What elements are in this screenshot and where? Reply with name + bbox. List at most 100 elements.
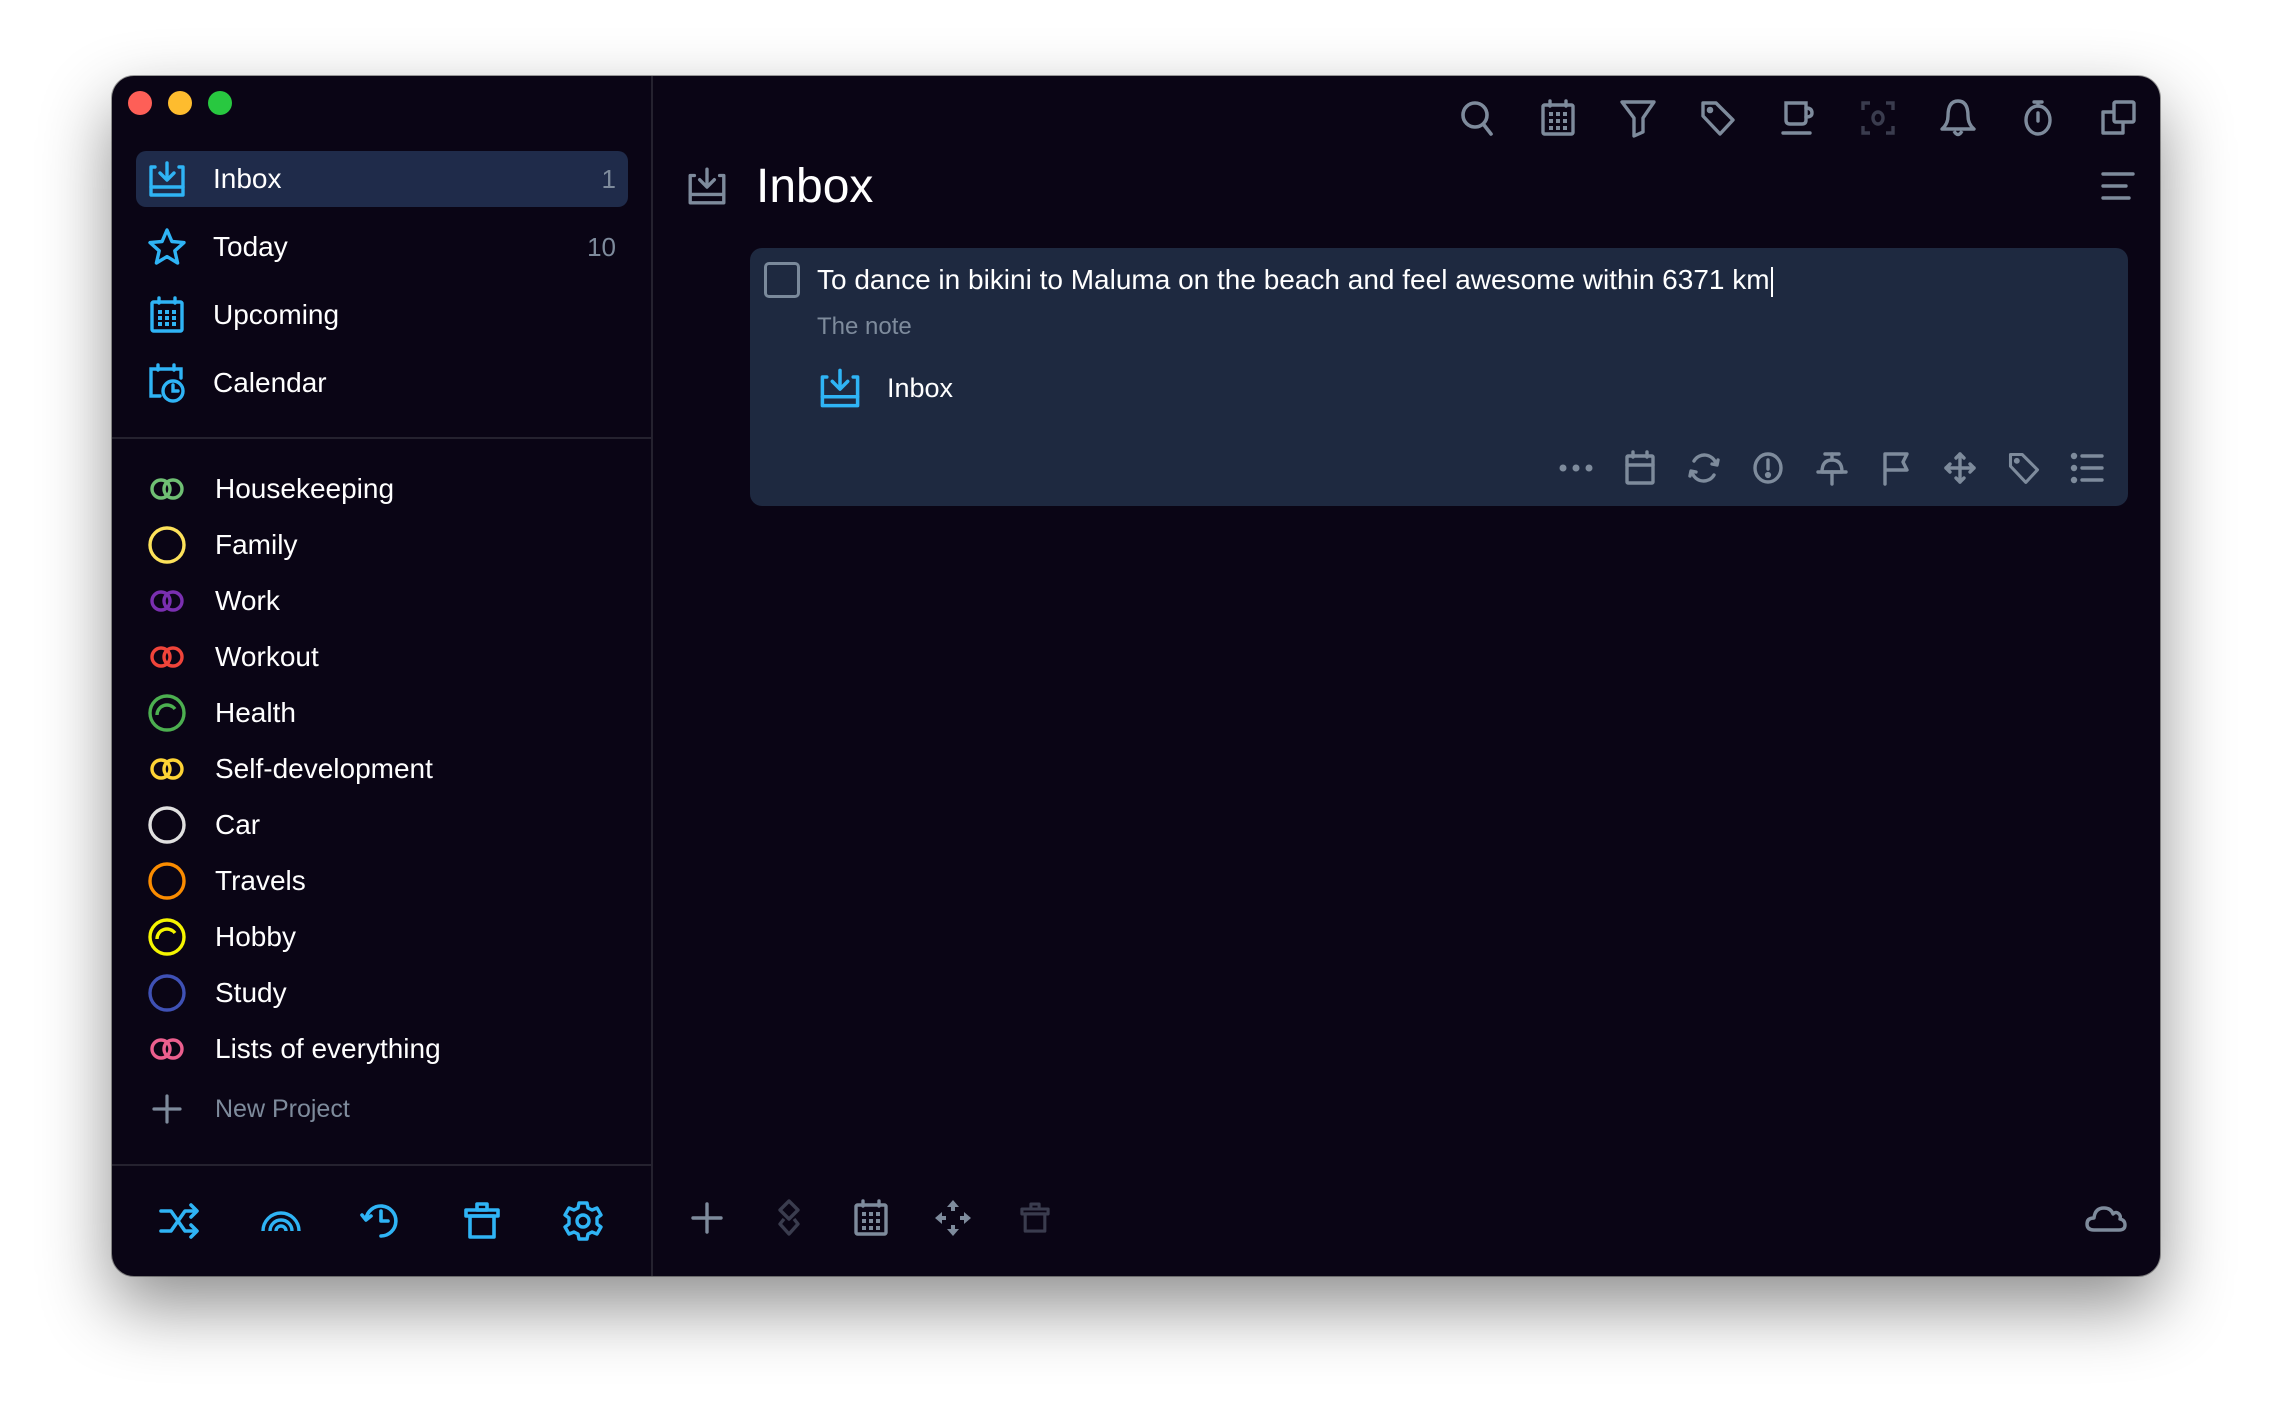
new-project-button[interactable]: New Project <box>146 1081 626 1137</box>
shuffle-icon <box>159 1203 200 1239</box>
menu-icon <box>2101 172 2135 200</box>
delete-button[interactable] <box>1011 1194 1059 1242</box>
sidebar-item-inbox[interactable]: Inbox 1 <box>136 151 628 207</box>
sidebar-project-hobby[interactable]: Hobby <box>146 909 626 965</box>
sidebar-item-today[interactable]: Today 10 <box>136 219 628 275</box>
notifications-button[interactable] <box>1934 94 1982 142</box>
task-tags-button[interactable] <box>2002 446 2046 490</box>
double-ring-icon <box>146 580 188 622</box>
calendar-grid-icon <box>146 294 188 336</box>
bottom-toolbar <box>683 1194 1059 1242</box>
project-label: Work <box>215 585 280 616</box>
add-task-button[interactable] <box>683 1194 731 1242</box>
calendar-button[interactable] <box>1534 94 1582 142</box>
move-button[interactable] <box>929 1194 977 1242</box>
project-label: Health <box>215 697 296 728</box>
task-checkbox[interactable] <box>764 262 800 298</box>
sync-button[interactable] <box>2082 1194 2130 1242</box>
project-label: Family <box>215 529 298 560</box>
stopwatch-icon <box>2024 100 2052 136</box>
flag-icon <box>1883 452 1909 486</box>
project-label: Workout <box>215 641 319 672</box>
sidebar-nav: Inbox 1 Today 10 Upcoming Calendar <box>136 151 628 423</box>
sidebar-project-car[interactable]: Car <box>146 797 626 853</box>
task-project-selector[interactable]: Inbox <box>817 363 953 413</box>
settings-button[interactable] <box>559 1197 607 1245</box>
new-project-label: New Project <box>215 1094 350 1123</box>
checklist-icon <box>2070 452 2104 484</box>
gear-icon <box>562 1201 603 1241</box>
repeat-button[interactable] <box>1682 446 1726 490</box>
double-ring-icon <box>146 748 188 790</box>
rainbow-icon <box>261 1211 301 1232</box>
double-ring-icon <box>146 1028 188 1070</box>
tag-icon <box>2008 452 2040 484</box>
history-button[interactable] <box>357 1197 405 1245</box>
project-label: Self-development <box>215 753 433 784</box>
maximize-window-button[interactable] <box>208 91 232 115</box>
sidebar-project-health[interactable]: Health <box>146 685 626 741</box>
top-toolbar <box>1454 94 2142 142</box>
coffee-icon <box>1781 101 1814 135</box>
progress-ring-icon <box>146 916 188 958</box>
sidebar-item-count: 10 <box>587 231 616 262</box>
inbox-icon <box>683 162 731 210</box>
calendar-icon <box>1625 450 1655 485</box>
double-ring-icon <box>146 468 188 510</box>
rainbow-button[interactable] <box>257 1197 305 1245</box>
task-note-field[interactable]: The note <box>817 310 912 344</box>
coffee-break-button[interactable] <box>1774 94 1822 142</box>
inbox-icon <box>817 365 863 411</box>
minimize-window-button[interactable] <box>168 91 192 115</box>
sidebar-item-label: Upcoming <box>213 299 340 330</box>
close-window-button[interactable] <box>128 91 152 115</box>
trash-button[interactable] <box>458 1197 506 1245</box>
sidebar-project-study[interactable]: Study <box>146 965 626 1021</box>
main-panel: Inbox To dance in bikini to Maluma on th… <box>653 76 2160 1276</box>
priority-button[interactable] <box>1746 446 1790 490</box>
sidebar-toolbar <box>112 1166 651 1276</box>
duplicate-window-button[interactable] <box>2094 94 2142 142</box>
sidebar-project-self-development[interactable]: Self-development <box>146 741 626 797</box>
tag-icon <box>1701 101 1735 136</box>
layers-button[interactable] <box>765 1194 813 1242</box>
copy-icon <box>2101 100 2136 135</box>
schedule-button[interactable] <box>847 1194 895 1242</box>
view-options-button[interactable] <box>2094 162 2142 210</box>
history-icon <box>360 1204 399 1238</box>
search-button[interactable] <box>1454 94 1502 142</box>
sidebar-item-calendar[interactable]: Calendar <box>136 355 628 411</box>
timer-button[interactable] <box>2014 94 2062 142</box>
pin-button[interactable] <box>1810 446 1854 490</box>
focus-icon <box>1861 101 1895 135</box>
sidebar-project-travels[interactable]: Travels <box>146 853 626 909</box>
shuffle-button[interactable] <box>156 1197 204 1245</box>
set-date-button[interactable] <box>1618 446 1662 490</box>
text-cursor <box>1770 266 1773 297</box>
sidebar-project-work[interactable]: Work <box>146 573 626 629</box>
sidebar-project-workout[interactable]: Workout <box>146 629 626 685</box>
sidebar-item-upcoming[interactable]: Upcoming <box>136 287 628 343</box>
cloud-icon <box>2085 1206 2127 1232</box>
tags-button[interactable] <box>1694 94 1742 142</box>
more-options-button[interactable] <box>1554 446 1598 490</box>
sidebar-project-lists-of-everything[interactable]: Lists of everything <box>146 1021 626 1077</box>
move-task-button[interactable] <box>1938 446 1982 490</box>
project-label: Travels <box>215 865 306 896</box>
move-arrows-icon <box>935 1200 971 1236</box>
sidebar-item-label: Today <box>213 231 288 262</box>
ring-icon <box>146 804 188 846</box>
project-label: Study <box>215 977 287 1008</box>
layers-icon <box>778 1199 800 1236</box>
sidebar-project-housekeeping[interactable]: Housekeeping <box>146 461 626 517</box>
sidebar-item-label: Inbox <box>213 163 282 194</box>
flag-button[interactable] <box>1874 446 1918 490</box>
sidebar-project-family[interactable]: Family <box>146 517 626 573</box>
focus-button[interactable] <box>1854 94 1902 142</box>
checklist-button[interactable] <box>2066 446 2110 490</box>
task-title-input[interactable]: To dance in bikini to Maluma on the beac… <box>817 260 2108 300</box>
app-window: Inbox 1 Today 10 Upcoming Calendar House… <box>112 76 2160 1276</box>
calendar-icon <box>1541 99 1575 136</box>
star-icon <box>146 226 188 268</box>
filter-button[interactable] <box>1614 94 1662 142</box>
